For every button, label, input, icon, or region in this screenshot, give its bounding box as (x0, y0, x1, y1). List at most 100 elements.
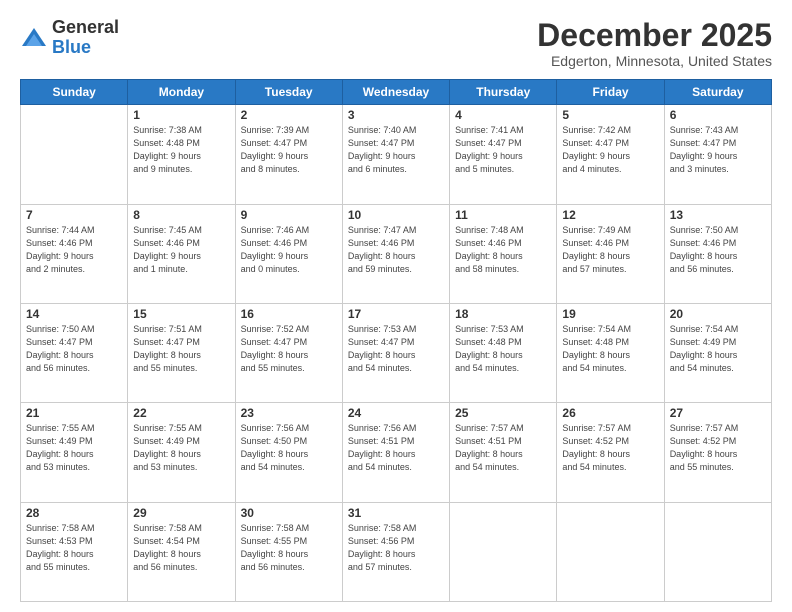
table-row: 13Sunrise: 7:50 AM Sunset: 4:46 PM Dayli… (664, 204, 771, 303)
table-row: 31 Sunrise: 7:58 AM Sunset: 4:56 PM Dayli… (342, 502, 449, 601)
col-saturday: Saturday (664, 80, 771, 105)
day-info: Sunrise: 7:51 AM Sunset: 4:47 PM Dayligh… (133, 323, 229, 375)
day-number: 19 (562, 307, 658, 321)
day-number: 6 (670, 108, 766, 122)
day-number: 4 (455, 108, 551, 122)
day-info: Sunrise: 7:50 AM Sunset: 4:47 PM Dayligh… (26, 323, 122, 375)
table-row: 6Sunrise: 7:43 AM Sunset: 4:47 PM Daylig… (664, 105, 771, 204)
day-number: 15 (133, 307, 229, 321)
month-title: December 2025 (537, 18, 772, 53)
day-number: 25 (455, 406, 551, 420)
table-row: 22Sunrise: 7:55 AM Sunset: 4:49 PM Dayli… (128, 403, 235, 502)
day-number: 30 (241, 506, 337, 520)
table-row: 28 Sunrise: 7:58 AM Sunset: 4:53 PM Dayli… (21, 502, 128, 601)
table-row: 20Sunrise: 7:54 AM Sunset: 4:49 PM Dayli… (664, 303, 771, 402)
logo-general: General (52, 17, 119, 37)
day-number: 13 (670, 208, 766, 222)
table-row: 8 Sunrise: 7:45 AM Sunset: 4:46 PM Daylig… (128, 204, 235, 303)
day-info: Sunrise: 7:45 AM Sunset: 4:46 PM Dayligh… (133, 224, 229, 276)
table-row: 18Sunrise: 7:53 AM Sunset: 4:48 PM Dayli… (450, 303, 557, 402)
day-number: 12 (562, 208, 658, 222)
day-number: 17 (348, 307, 444, 321)
table-row: 2Sunrise: 7:39 AM Sunset: 4:47 PM Daylig… (235, 105, 342, 204)
calendar-week-row: 7 Sunrise: 7:44 AM Sunset: 4:46 PM Daylig… (21, 204, 772, 303)
day-number: 21 (26, 406, 122, 420)
day-info: Sunrise: 7:56 AM Sunset: 4:51 PM Dayligh… (348, 422, 444, 474)
table-row: 3 Sunrise: 7:40 AM Sunset: 4:47 PM Daylig… (342, 105, 449, 204)
header: General Blue December 2025 Edgerton, Min… (20, 18, 772, 69)
day-info: Sunrise: 7:57 AM Sunset: 4:51 PM Dayligh… (455, 422, 551, 474)
day-number: 7 (26, 208, 122, 222)
table-row: 21 Sunrise: 7:55 AM Sunset: 4:49 PM Dayli… (21, 403, 128, 502)
day-info: Sunrise: 7:58 AM Sunset: 4:53 PM Dayligh… (26, 522, 122, 574)
day-number: 29 (133, 506, 229, 520)
day-number: 18 (455, 307, 551, 321)
day-info: Sunrise: 7:44 AM Sunset: 4:46 PM Dayligh… (26, 224, 122, 276)
day-info: Sunrise: 7:38 AM Sunset: 4:48 PM Dayligh… (133, 124, 229, 176)
day-number: 10 (348, 208, 444, 222)
day-info: Sunrise: 7:52 AM Sunset: 4:47 PM Dayligh… (241, 323, 337, 375)
day-number: 14 (26, 307, 122, 321)
location: Edgerton, Minnesota, United States (537, 53, 772, 69)
title-block: December 2025 Edgerton, Minnesota, Unite… (537, 18, 772, 69)
col-sunday: Sunday (21, 80, 128, 105)
day-number: 20 (670, 307, 766, 321)
day-info: Sunrise: 7:58 AM Sunset: 4:56 PM Dayligh… (348, 522, 444, 574)
table-row: 29 Sunrise: 7:58 AM Sunset: 4:54 PM Dayli… (128, 502, 235, 601)
day-info: Sunrise: 7:47 AM Sunset: 4:46 PM Dayligh… (348, 224, 444, 276)
day-number: 8 (133, 208, 229, 222)
table-row: 26Sunrise: 7:57 AM Sunset: 4:52 PM Dayli… (557, 403, 664, 502)
day-info: Sunrise: 7:40 AM Sunset: 4:47 PM Dayligh… (348, 124, 444, 176)
calendar-week-row: 21 Sunrise: 7:55 AM Sunset: 4:49 PM Dayli… (21, 403, 772, 502)
day-info: Sunrise: 7:55 AM Sunset: 4:49 PM Dayligh… (26, 422, 122, 474)
table-row (450, 502, 557, 601)
table-row: 12Sunrise: 7:49 AM Sunset: 4:46 PM Dayli… (557, 204, 664, 303)
day-info: Sunrise: 7:57 AM Sunset: 4:52 PM Dayligh… (562, 422, 658, 474)
table-row: 27 Sunrise: 7:57 AM Sunset: 4:52 PM Dayli… (664, 403, 771, 502)
day-number: 11 (455, 208, 551, 222)
col-tuesday: Tuesday (235, 80, 342, 105)
day-info: Sunrise: 7:55 AM Sunset: 4:49 PM Dayligh… (133, 422, 229, 474)
day-info: Sunrise: 7:41 AM Sunset: 4:47 PM Dayligh… (455, 124, 551, 176)
day-info: Sunrise: 7:54 AM Sunset: 4:48 PM Dayligh… (562, 323, 658, 375)
page: General Blue December 2025 Edgerton, Min… (0, 0, 792, 612)
calendar-week-row: 1 Sunrise: 7:38 AM Sunset: 4:48 PM Daylig… (21, 105, 772, 204)
col-friday: Friday (557, 80, 664, 105)
table-row: 10 Sunrise: 7:47 AM Sunset: 4:46 PM Dayli… (342, 204, 449, 303)
table-row (557, 502, 664, 601)
day-number: 1 (133, 108, 229, 122)
day-number: 16 (241, 307, 337, 321)
day-number: 28 (26, 506, 122, 520)
day-info: Sunrise: 7:56 AM Sunset: 4:50 PM Dayligh… (241, 422, 337, 474)
day-info: Sunrise: 7:42 AM Sunset: 4:47 PM Dayligh… (562, 124, 658, 176)
table-row: 7 Sunrise: 7:44 AM Sunset: 4:46 PM Daylig… (21, 204, 128, 303)
day-number: 5 (562, 108, 658, 122)
day-info: Sunrise: 7:46 AM Sunset: 4:46 PM Dayligh… (241, 224, 337, 276)
table-row: 30 Sunrise: 7:58 AM Sunset: 4:55 PM Dayli… (235, 502, 342, 601)
logo-icon (20, 24, 48, 52)
day-number: 27 (670, 406, 766, 420)
table-row (21, 105, 128, 204)
calendar-week-row: 28 Sunrise: 7:58 AM Sunset: 4:53 PM Dayli… (21, 502, 772, 601)
day-info: Sunrise: 7:58 AM Sunset: 4:55 PM Dayligh… (241, 522, 337, 574)
day-info: Sunrise: 7:57 AM Sunset: 4:52 PM Dayligh… (670, 422, 766, 474)
logo: General Blue (20, 18, 119, 58)
col-monday: Monday (128, 80, 235, 105)
table-row: 9Sunrise: 7:46 AM Sunset: 4:46 PM Daylig… (235, 204, 342, 303)
day-number: 31 (348, 506, 444, 520)
table-row: 24 Sunrise: 7:56 AM Sunset: 4:51 PM Dayli… (342, 403, 449, 502)
day-info: Sunrise: 7:39 AM Sunset: 4:47 PM Dayligh… (241, 124, 337, 176)
table-row: 4 Sunrise: 7:41 AM Sunset: 4:47 PM Daylig… (450, 105, 557, 204)
table-row: 16 Sunrise: 7:52 AM Sunset: 4:47 PM Dayli… (235, 303, 342, 402)
day-info: Sunrise: 7:58 AM Sunset: 4:54 PM Dayligh… (133, 522, 229, 574)
table-row: 1 Sunrise: 7:38 AM Sunset: 4:48 PM Daylig… (128, 105, 235, 204)
col-thursday: Thursday (450, 80, 557, 105)
table-row: 23Sunrise: 7:56 AM Sunset: 4:50 PM Dayli… (235, 403, 342, 502)
col-wednesday: Wednesday (342, 80, 449, 105)
table-row: 5 Sunrise: 7:42 AM Sunset: 4:47 PM Daylig… (557, 105, 664, 204)
table-row: 17Sunrise: 7:53 AM Sunset: 4:47 PM Dayli… (342, 303, 449, 402)
day-number: 3 (348, 108, 444, 122)
table-row: 15 Sunrise: 7:51 AM Sunset: 4:47 PM Dayli… (128, 303, 235, 402)
logo-text: General Blue (52, 18, 119, 58)
day-number: 24 (348, 406, 444, 420)
